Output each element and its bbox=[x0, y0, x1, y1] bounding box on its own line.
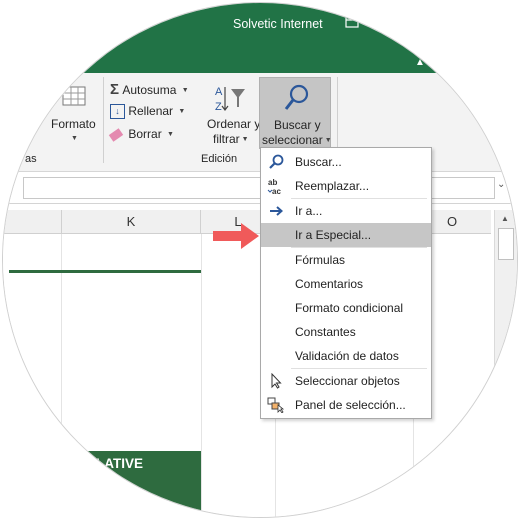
maximize-icon[interactable] bbox=[407, 15, 425, 31]
column-header-k[interactable]: K bbox=[62, 210, 201, 233]
format-button[interactable]: Formato bbox=[51, 117, 96, 131]
menu-item-label: Ir a... bbox=[295, 204, 323, 218]
chevron-down-icon: ▼ bbox=[71, 135, 78, 143]
expand-formula-bar-icon[interactable]: ⌄ bbox=[497, 179, 505, 190]
menu-item-label: Buscar... bbox=[295, 155, 342, 169]
menu-item-reemplazar[interactable]: ab ac Reemplazar... bbox=[261, 174, 431, 198]
chevron-down-icon: ▼ bbox=[181, 87, 189, 95]
find-select-label-1: Buscar y bbox=[274, 118, 321, 132]
clear-label: Borrar bbox=[128, 127, 162, 141]
menu-item-label: Ir a Especial... bbox=[295, 228, 372, 242]
chevron-down-icon: ▼ bbox=[178, 108, 186, 116]
menu-item-label: Panel de selección... bbox=[295, 398, 406, 412]
selection-pane-icon bbox=[267, 397, 285, 414]
minimize-icon[interactable] bbox=[375, 15, 393, 31]
scrollbar-thumb[interactable] bbox=[498, 228, 514, 260]
sigma-icon: Σ bbox=[110, 81, 120, 98]
menu-item-label: Seleccionar objetos bbox=[295, 374, 400, 388]
find-select-label-2-wrap: seleccionar ▼ bbox=[262, 133, 332, 147]
menu-item-comentarios[interactable]: Comentarios bbox=[261, 272, 431, 296]
cell-text-line-2: EREST bbox=[75, 476, 121, 491]
scroll-up-icon[interactable]: ▲ bbox=[498, 212, 512, 226]
menu-item-constantes[interactable]: Constantes bbox=[261, 320, 431, 344]
magnified-lens: Solvetic Internet ▲ Formato ▼ as Σ Autos… bbox=[2, 2, 518, 518]
clear-button[interactable]: Borrar ▼ bbox=[108, 127, 174, 142]
svg-text:Z: Z bbox=[215, 101, 222, 113]
fill-down-icon: ↓ bbox=[110, 104, 125, 120]
screenshot-stage: Solvetic Internet ▲ Formato ▼ as Σ Autos… bbox=[0, 0, 520, 520]
menu-item-label: Constantes bbox=[295, 325, 356, 339]
menu-item-formulas[interactable]: Fórmulas bbox=[261, 248, 431, 272]
svg-text:ab: ab bbox=[268, 178, 277, 187]
menu-item-label: Validación de datos bbox=[295, 349, 399, 363]
replace-icon: ab ac bbox=[267, 178, 285, 196]
sort-filter-icon[interactable]: A Z bbox=[211, 83, 247, 116]
find-select-button[interactable]: Buscar y seleccionar ▼ bbox=[259, 77, 332, 149]
menu-item-panel-seleccion[interactable]: Panel de selección... bbox=[261, 393, 431, 417]
svg-text:A: A bbox=[215, 86, 223, 98]
fill-button[interactable]: ↓ Rellenar ▼ bbox=[110, 104, 186, 120]
search-icon bbox=[267, 154, 285, 170]
eraser-icon bbox=[108, 128, 124, 142]
ribbon-display-options-icon[interactable] bbox=[343, 15, 361, 31]
title-bar: Solvetic Internet ▲ bbox=[3, 3, 517, 73]
format-icon[interactable] bbox=[61, 85, 87, 110]
ribbon-separator bbox=[103, 77, 104, 163]
menu-item-ir-a-especial[interactable]: Ir a Especial... bbox=[261, 223, 431, 247]
grid-line bbox=[201, 234, 202, 517]
vertical-scrollbar[interactable]: ▲ bbox=[494, 210, 517, 517]
autosum-label: Autosuma bbox=[122, 83, 177, 97]
menu-item-buscar[interactable]: Buscar... bbox=[261, 150, 431, 174]
find-select-menu: Buscar... ab ac Reemplazar... Ir a... Ir … bbox=[260, 147, 432, 419]
sort-filter-label-1[interactable]: Ordenar y bbox=[207, 117, 260, 131]
pointer-icon bbox=[267, 372, 285, 389]
fill-label: Rellenar bbox=[128, 104, 174, 118]
menu-item-label: Reemplazar... bbox=[295, 179, 370, 193]
arrow-right-icon bbox=[267, 203, 285, 219]
grid-line bbox=[61, 234, 62, 517]
column-header[interactable] bbox=[3, 210, 62, 233]
sort-filter-label-2: filtrar bbox=[213, 132, 240, 146]
sort-filter-button[interactable]: filtrar ▼ bbox=[213, 132, 249, 146]
group-label-cells: as bbox=[25, 153, 37, 165]
chevron-down-icon: ▼ bbox=[241, 136, 249, 144]
arrow-annotation-icon bbox=[213, 223, 259, 249]
menu-item-label: Comentarios bbox=[295, 277, 364, 291]
autosum-button[interactable]: Σ Autosuma ▼ bbox=[110, 81, 189, 98]
chevron-down-icon: ▼ bbox=[167, 131, 174, 139]
group-label-edicion: Edición bbox=[201, 153, 238, 165]
menu-item-validacion-datos[interactable]: Validación de datos bbox=[261, 344, 431, 368]
menu-item-formato-condicional[interactable]: Formato condicional bbox=[261, 296, 431, 320]
svg-text:ac: ac bbox=[272, 187, 281, 196]
menu-item-label: Formato condicional bbox=[295, 301, 404, 315]
menu-item-seleccionar-objetos[interactable]: Seleccionar objetos bbox=[261, 369, 431, 393]
header-cell[interactable]: MULATIVE EREST bbox=[63, 451, 201, 511]
cell-text-line-1: MULATIVE bbox=[75, 456, 143, 471]
magnifier-icon bbox=[284, 84, 310, 117]
menu-item-label: Fórmulas bbox=[295, 253, 346, 267]
person-icon[interactable]: ▲ bbox=[415, 57, 425, 68]
find-select-label-2: seleccionar bbox=[262, 133, 323, 147]
chevron-down-icon: ▼ bbox=[324, 137, 332, 145]
window-title: Solvetic Internet bbox=[233, 17, 323, 31]
menu-item-ir-a[interactable]: Ir a... bbox=[261, 199, 431, 223]
cell-border-accent bbox=[9, 270, 201, 273]
